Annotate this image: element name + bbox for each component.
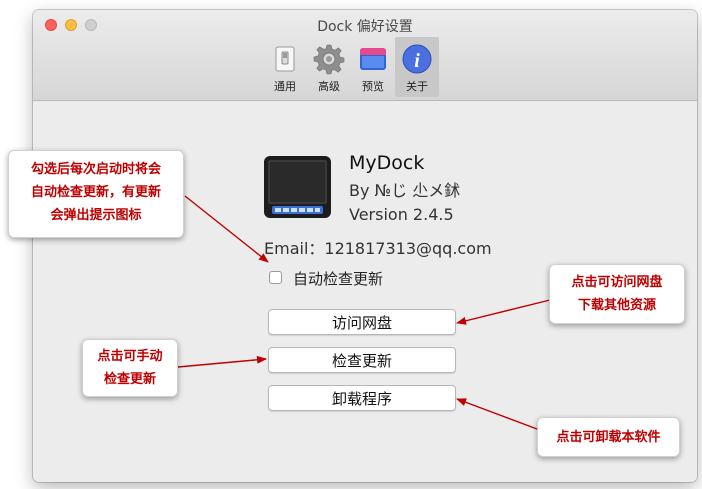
callout-line: 点击可访问网盘	[571, 275, 663, 290]
arrow-to-checkbox	[184, 195, 269, 263]
callout-line: 检查更新	[103, 372, 156, 387]
arrow-to-check-update	[177, 355, 267, 368]
callout-check-update: 点击可手动 检查更新	[82, 339, 178, 397]
callout-line: 勾选后每次启动时将会	[30, 162, 161, 177]
callout-line: 点击可手动	[97, 349, 163, 364]
annotation-arrows	[177, 195, 551, 433]
arrow-to-netdisk	[456, 299, 551, 325]
arrow-to-uninstall	[456, 398, 546, 433]
callout-line: 会弹出提示图标	[50, 208, 142, 223]
callout-line: 点击可卸载本软件	[556, 430, 661, 445]
callout-line: 自动检查更新，有更新	[30, 185, 161, 200]
callout-line: 下载其他资源	[577, 298, 656, 313]
callout-uninstall: 点击可卸载本软件	[537, 417, 680, 457]
callout-auto-update: 勾选后每次启动时将会 自动检查更新，有更新 会弹出提示图标	[8, 150, 184, 238]
callout-netdisk: 点击可访问网盘 下载其他资源	[549, 264, 685, 324]
